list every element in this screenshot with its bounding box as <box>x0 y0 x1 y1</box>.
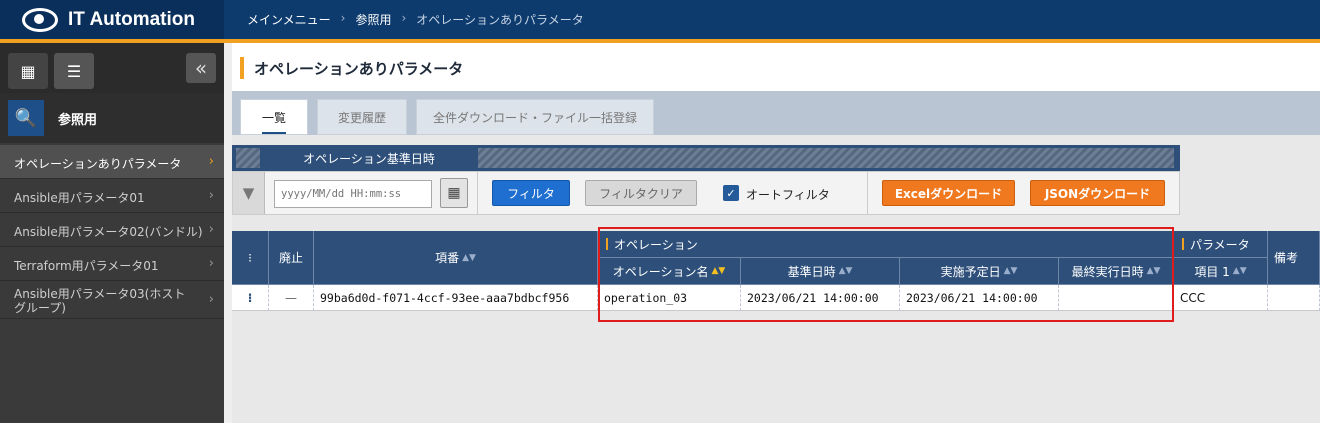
breadcrumb-current: オペレーションありパラメータ <box>416 13 584 27</box>
menu-group-label: 参照用 <box>58 112 98 128</box>
sidebar-item-label: Ansible用パラメータ03(ホストグループ) <box>14 287 186 315</box>
json-download-button[interactable]: JSONダウンロード <box>1030 180 1165 206</box>
breadcrumb-group[interactable]: 参照用 <box>355 11 391 28</box>
group-bar <box>1182 238 1184 250</box>
tab-label: 一覧 <box>261 109 286 134</box>
auto-filter-label: オートフィルタ <box>746 188 830 202</box>
item1-cell: CCC <box>1174 285 1268 311</box>
sidebar-tabs: ▦ ☰ « <box>0 43 224 93</box>
highlight-box <box>598 227 1174 322</box>
sort-icon: ▲▼ <box>1232 266 1247 276</box>
sidebar-item-ansible-params-03[interactable]: Ansible用パラメータ03(ホストグループ) › <box>0 281 224 319</box>
tab-bar: 一覧 変更履歴 全件ダウンロード・ファイル一括登録 <box>232 91 1320 135</box>
group-label: パラメータ <box>1190 237 1250 252</box>
filter-column-label: オペレーション基準日時 <box>264 145 474 171</box>
breadcrumb: メインメニュー › 参照用 › オペレーションありパラメータ <box>247 11 584 28</box>
excel-download-button[interactable]: Excelダウンロード <box>882 180 1015 206</box>
header-label: 項番 <box>435 251 460 265</box>
tab-label: 変更履歴 <box>337 110 386 125</box>
tab-bulk-download[interactable]: 全件ダウンロード・ファイル一括登録 <box>416 99 654 135</box>
app-header: IT Automation メインメニュー › 参照用 › オペレーションありパ… <box>0 0 1320 43</box>
chevron-right-icon: › <box>208 222 214 237</box>
chevron-right-icon: › <box>340 11 346 25</box>
sidebar-item-ansible-params-02[interactable]: Ansible用パラメータ02(バンドル) › <box>0 213 224 247</box>
filter-header: オペレーション基準日時 <box>232 145 1180 171</box>
item-no-cell: 99ba6d0d-f071-4ccf-93ee-aaa7bdbcf956 <box>314 285 598 311</box>
filter-button[interactable]: フィルタ <box>492 180 570 206</box>
column-header-discard[interactable]: 廃止 <box>269 231 314 285</box>
filter-header-stripe <box>236 148 260 168</box>
page-title: オペレーションありパラメータ <box>254 60 464 78</box>
column-header-remarks[interactable]: 備考 <box>1268 231 1320 285</box>
column-header-item1[interactable]: 項目 1 ▲▼ <box>1174 258 1268 285</box>
column-group-parameter: パラメータ <box>1174 231 1268 258</box>
list-view-icon[interactable]: ☰ <box>54 53 94 89</box>
column-header-item-no[interactable]: 項番 ▲▼ <box>314 231 598 285</box>
discard-cell: — <box>269 285 314 311</box>
filter-clear-button[interactable]: フィルタクリア <box>585 180 697 206</box>
breadcrumb-main-menu[interactable]: メインメニュー <box>247 11 331 28</box>
tab-label: 全件ダウンロード・ファイル一括登録 <box>432 110 637 125</box>
sidebar-item-label: Ansible用パラメータ01 <box>14 191 145 205</box>
remarks-cell <box>1268 285 1320 311</box>
chevron-right-icon: › <box>208 188 214 203</box>
menu-list: オペレーションありパラメータ › Ansible用パラメータ01 › Ansib… <box>0 145 224 319</box>
divider <box>867 172 868 214</box>
sort-icon: ▲▼ <box>462 252 476 263</box>
sidebar-item-label: オペレーションありパラメータ <box>14 157 182 171</box>
row-menu-header: ⁝ <box>232 231 269 285</box>
app-title: IT Automation <box>68 9 195 30</box>
filter-header-stripe <box>478 148 1174 168</box>
chevron-right-icon: › <box>208 154 214 169</box>
divider <box>477 172 478 214</box>
sidebar-item-label: Ansible用パラメータ02(バンドル) <box>14 225 203 239</box>
base-datetime-input[interactable] <box>274 180 432 208</box>
chevron-right-icon: › <box>208 256 214 271</box>
collapse-sidebar-icon[interactable]: « <box>186 53 216 83</box>
funnel-icon: ▼ <box>233 172 265 214</box>
filter-panel: ▼ ▦ フィルタ フィルタクリア ✓ オートフィルタ Excelダウンロード J… <box>232 171 1180 215</box>
sidebar-item-ansible-params-01[interactable]: Ansible用パラメータ01 › <box>0 179 224 213</box>
header-label: 項目 1 <box>1194 264 1230 279</box>
tab-change-history[interactable]: 変更履歴 <box>317 99 407 135</box>
sidebar-item-label: Terraform用パラメータ01 <box>14 259 159 273</box>
grid-view-icon[interactable]: ▦ <box>8 53 48 89</box>
title-accent-bar <box>240 57 244 79</box>
sidebar-item-operation-parameters[interactable]: オペレーションありパラメータ › <box>0 145 224 179</box>
sidebar-item-terraform-params-01[interactable]: Terraform用パラメータ01 › <box>0 247 224 281</box>
tab-list[interactable]: 一覧 <box>240 99 308 135</box>
page-title-bar: オペレーションありパラメータ <box>232 43 1320 91</box>
auto-filter-checkbox[interactable]: ✓ <box>723 185 739 201</box>
app-logo[interactable]: IT Automation <box>0 0 224 40</box>
document-search-icon: 🔍 <box>8 100 44 136</box>
sidebar: ▦ ☰ « 🔍 参照用 オペレーションありパラメータ › Ansible用パラメ… <box>0 43 224 423</box>
menu-group-header: 🔍 参照用 <box>0 93 224 143</box>
chevron-right-icon: › <box>401 11 407 25</box>
row-menu-button[interactable]: ⁝ <box>232 285 269 311</box>
chevron-right-icon: › <box>208 292 214 307</box>
calendar-icon[interactable]: ▦ <box>440 178 468 208</box>
logo-icon <box>22 8 58 32</box>
